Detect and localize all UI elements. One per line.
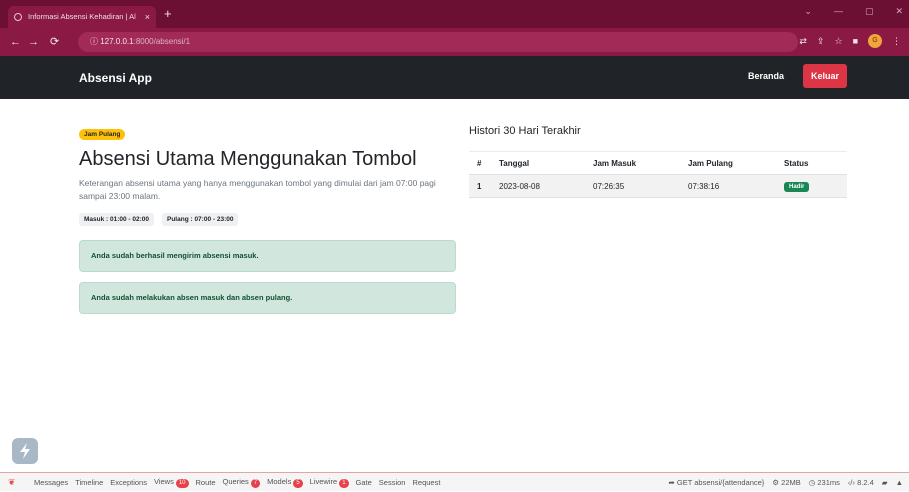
alert-checkin-success: Anda sudah berhasil mengirim absensi mas…	[79, 240, 456, 272]
browser-tab-title: Informasi Absensi Kehadiran | Al	[28, 12, 136, 21]
page-title: Absensi Utama Menggunakan Tombol	[79, 148, 417, 170]
debugbar: ❦ Messages Timeline Exceptions Views 10 R…	[0, 472, 909, 491]
debugbar-tab-livewire[interactable]: Livewire 1	[310, 477, 349, 488]
new-tab-button[interactable]: +	[164, 6, 172, 22]
debugbar-memory[interactable]: ⚙ 22MB	[772, 478, 800, 487]
queries-count-badge: 7	[250, 479, 261, 488]
cell-no: 1	[469, 174, 491, 198]
cell-out: 07:38:16	[680, 174, 776, 198]
debugbar-tab-models[interactable]: Models 5	[267, 477, 303, 488]
close-tab-icon[interactable]: ×	[145, 6, 150, 28]
sidepanel-icon[interactable]: ■	[853, 36, 858, 46]
debugbar-tab-session[interactable]: Session	[379, 478, 406, 487]
browser-tab[interactable]: Informasi Absensi Kehadiran | Al ×	[8, 6, 156, 28]
brand-link[interactable]: Absensi App	[79, 71, 152, 85]
debugbar-time[interactable]: ◷ 231ms	[809, 478, 840, 487]
cell-date: 2023-08-08	[491, 174, 585, 198]
url-host: 127.0.0.1	[100, 37, 134, 46]
debugbar-route[interactable]: ➦ GET absensi/{attendance}	[669, 478, 765, 487]
menu-dots-icon[interactable]: ⋮	[892, 36, 901, 47]
table-row: 1 2023-08-08 07:26:35 07:38:16 Hadir	[469, 174, 847, 198]
share-icon[interactable]: ⇪	[817, 36, 825, 47]
tab-search-icon[interactable]: ⌄	[804, 6, 812, 17]
close-window-icon[interactable]: ✕	[895, 6, 903, 17]
debugbar-tab-queries[interactable]: Queries 7	[223, 477, 261, 488]
chevron-up-icon[interactable]: ▲	[896, 478, 903, 487]
history-title: Histori 30 Hari Terakhir	[469, 125, 581, 137]
column-header-date: Tanggal	[491, 151, 585, 175]
livewire-count-badge: 1	[339, 479, 349, 488]
debugbar-tab-exceptions[interactable]: Exceptions	[110, 478, 147, 487]
debugbar-logo-icon[interactable]: ❦	[8, 476, 20, 488]
debugbar-tab-views[interactable]: Views 10	[154, 477, 189, 488]
livewire-devtools-icon[interactable]	[12, 438, 38, 464]
cell-in: 07:26:35	[585, 174, 680, 198]
reload-icon[interactable]: ⟳	[50, 34, 59, 50]
url-path: :8000/absensi/1	[133, 37, 191, 46]
alert-checkout-done: Anda sudah melakukan absen masuk dan abs…	[79, 282, 456, 314]
models-count-badge: 5	[293, 479, 303, 488]
debugbar-tab-timeline[interactable]: Timeline	[75, 478, 103, 487]
cell-status: Hadir	[776, 174, 847, 198]
forward-icon[interactable]: →	[28, 34, 39, 50]
history-table: # Tanggal Jam Masuk Jam Pulang Status 1 …	[469, 151, 847, 198]
debugbar-tab-route[interactable]: Route	[196, 478, 216, 487]
time-out-pill: Pulang : 07:00 - 23:00	[162, 213, 239, 226]
translate-icon[interactable]: ⇄	[799, 36, 807, 47]
nav-home-link[interactable]: Beranda	[748, 71, 784, 81]
debugbar-tab-request[interactable]: Request	[412, 478, 440, 487]
window-controls: ⌄ — ▢ ✕	[804, 6, 903, 17]
debugbar-stats: ➦ GET absensi/{attendance} ⚙ 22MB ◷ 231m…	[669, 473, 904, 492]
debugbar-tab-gate[interactable]: Gate	[356, 478, 372, 487]
site-info-icon[interactable]: ⓘ	[90, 37, 98, 46]
status-badge: Hadir	[784, 181, 810, 192]
column-header-out: Jam Pulang	[680, 151, 776, 175]
favicon-icon	[14, 13, 22, 21]
shift-badge: Jam Pulang	[79, 129, 126, 140]
address-bar[interactable]: ⓘ 127.0.0.1:8000/absensi/1	[78, 32, 798, 52]
app-navbar: Absensi App Beranda Keluar	[0, 56, 909, 99]
folder-icon[interactable]: ▰	[882, 478, 888, 487]
browser-toolbar: ← → ⟳ ⓘ 127.0.0.1:8000/absensi/1 ⇄ ⇪ ☆ ■…	[0, 28, 909, 56]
code-icon: ‹/›	[847, 478, 855, 487]
profile-avatar-icon[interactable]: G	[868, 34, 882, 48]
debugbar-tab-messages[interactable]: Messages	[34, 478, 68, 487]
back-icon[interactable]: ←	[10, 34, 21, 50]
maximize-icon[interactable]: ▢	[865, 6, 874, 17]
logout-button[interactable]: Keluar	[803, 64, 847, 88]
minimize-icon[interactable]: —	[834, 6, 843, 17]
extensions-area: ⇄ ⇪ ☆ ■ G ⋮	[799, 34, 901, 48]
gear-icon: ⚙	[772, 478, 780, 487]
page-description: Keterangan absensi utama yang hanya meng…	[79, 178, 436, 201]
debugbar-tabs: Messages Timeline Exceptions Views 10 Rou…	[34, 473, 440, 492]
table-header-row: # Tanggal Jam Masuk Jam Pulang Status	[469, 151, 847, 175]
column-header-in: Jam Masuk	[585, 151, 680, 175]
time-in-pill: Masuk : 01:00 - 02:00	[79, 213, 155, 226]
views-count-badge: 10	[175, 479, 189, 488]
share-arrow-icon: ➦	[668, 478, 675, 487]
clock-icon: ◷	[808, 478, 816, 487]
bookmark-star-icon[interactable]: ☆	[834, 36, 842, 47]
browser-tab-bar: Informasi Absensi Kehadiran | Al × + ⌄ —…	[0, 0, 909, 28]
column-header-status: Status	[776, 151, 847, 175]
column-header-no: #	[469, 151, 491, 175]
debugbar-version[interactable]: ‹/› 8.2.4	[848, 478, 874, 487]
